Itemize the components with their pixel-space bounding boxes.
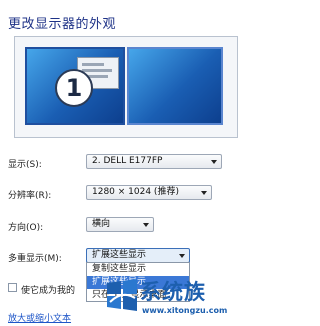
chevron-down-icon <box>179 254 185 258</box>
main-display-checkbox[interactable] <box>8 283 17 292</box>
watermark: 系统族 www.xitongzu.com <box>104 276 238 324</box>
multi-display-select[interactable]: 扩展这些显示 <box>86 248 190 263</box>
brand-name: 系统族 <box>140 280 206 304</box>
monitor-2[interactable] <box>127 47 223 125</box>
orientation-select[interactable]: 横向 <box>86 217 154 232</box>
brand-logo-icon <box>107 279 137 311</box>
resolution-select[interactable]: 1280 × 1024 (推荐) <box>86 185 212 200</box>
brand-url: www.xitongzu.com <box>142 306 228 315</box>
resolution-value: 1280 × 1024 (推荐) <box>92 187 179 197</box>
monitor-1[interactable]: 1 <box>25 47 125 125</box>
monitor-preview: 1 <box>14 36 238 138</box>
display-label: 显示(S): <box>8 160 42 170</box>
resolution-label: 分辨率(R): <box>8 191 52 201</box>
page-title: 更改显示器的外观 <box>8 17 117 32</box>
monitor-screen <box>129 49 221 123</box>
text-size-link[interactable]: 放大或缩小文本 <box>8 311 71 324</box>
multi-display-value: 扩展这些显示 <box>92 250 147 260</box>
display-select[interactable]: 2. DELL E177FP <box>86 154 222 169</box>
orientation-label: 方向(O): <box>8 223 44 233</box>
chevron-down-icon <box>211 160 217 164</box>
chevron-down-icon <box>201 191 207 195</box>
main-display-checkbox-label: 使它成为我的 <box>21 286 76 296</box>
chevron-down-icon <box>143 223 149 227</box>
orientation-value: 横向 <box>92 219 111 229</box>
dropdown-option-duplicate[interactable]: 复制这些显示 <box>87 263 189 276</box>
monitor-number-badge: 1 <box>55 69 93 107</box>
multi-display-label: 多重显示(M): <box>8 254 62 264</box>
display-value: 2. DELL E177FP <box>92 156 163 166</box>
